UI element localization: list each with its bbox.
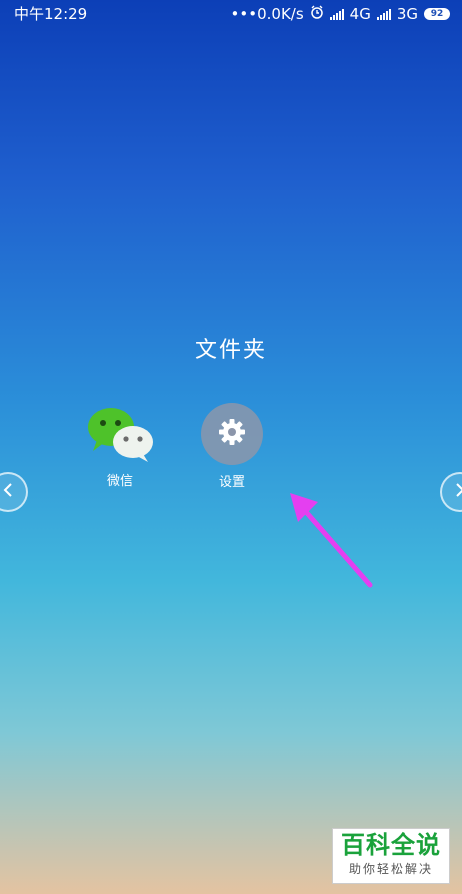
watermark-logo: 百科全说 助你轻松解决 [332, 828, 450, 884]
alarm-icon [310, 0, 324, 28]
status-right: •••0.0K/s 4G 3G 92 [231, 0, 450, 28]
wechat-icon [85, 404, 155, 464]
gear-icon [217, 417, 247, 451]
status-bar: 中午12:29 •••0.0K/s 4G 3G 92 [0, 0, 462, 28]
next-page-button[interactable] [440, 472, 462, 512]
network-type-2: 3G [396, 5, 418, 23]
signal-icon [329, 8, 344, 20]
app-settings[interactable]: 设置 [192, 403, 272, 490]
app-wechat[interactable]: 微信 [80, 404, 160, 489]
watermark-subtitle: 助你轻松解决 [348, 862, 433, 876]
net-speed: •••0.0K/s [230, 5, 304, 23]
chevron-left-icon [2, 482, 14, 502]
folder-title[interactable]: 文件夹 [0, 332, 462, 364]
chevron-right-icon [454, 482, 462, 502]
battery-icon: 92 [424, 8, 450, 20]
prev-page-button[interactable] [0, 472, 28, 512]
app-label-wechat: 微信 [106, 474, 133, 489]
signal-icon [376, 8, 391, 20]
status-time: 中午12:29 [14, 5, 88, 23]
network-type-1: 4G [349, 5, 371, 23]
settings-icon-bg [201, 403, 263, 465]
watermark-title: 百科全说 [341, 831, 441, 859]
app-label-settings: 设置 [218, 475, 245, 490]
